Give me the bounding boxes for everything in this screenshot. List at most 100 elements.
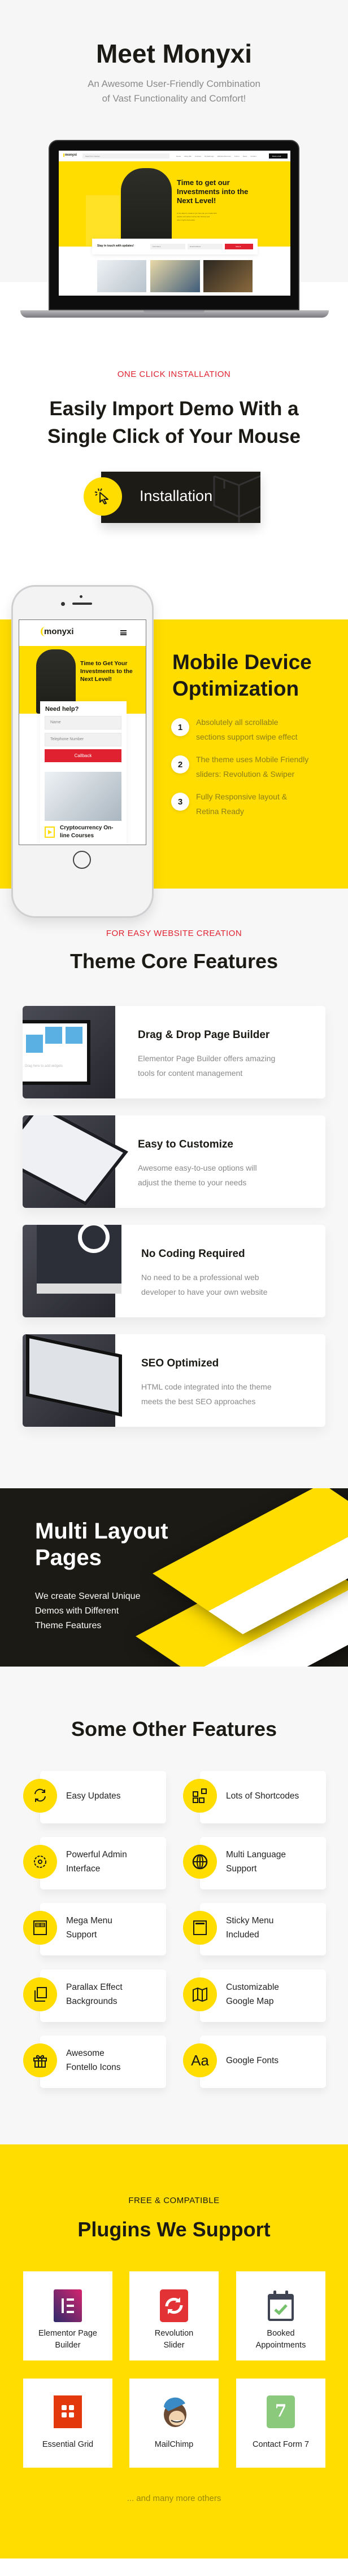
- site-nav-item[interactable]: My Earnings: [205, 155, 214, 157]
- label-line: Google Fonts: [226, 2055, 279, 2065]
- label-line: Google Map: [226, 1997, 274, 2006]
- name-line: Booked: [267, 2329, 295, 2338]
- heading-line: Mobile Device: [172, 650, 312, 674]
- first-name-input[interactable]: First Name: [150, 244, 185, 249]
- feature-image: [23, 1115, 128, 1208]
- feature-label: Parallax Effect Backgrounds: [66, 1980, 123, 2008]
- name-placeholder: Name: [50, 720, 61, 724]
- text-line: The theme uses Mobile Friendly: [196, 755, 309, 764]
- name-input[interactable]: Name: [45, 716, 121, 729]
- plugin-name: MailChimp: [129, 2439, 219, 2451]
- book-call-button[interactable]: Book a Call: [269, 153, 288, 159]
- site-search[interactable]: Search for Courses: [82, 153, 169, 159]
- site-nav-item[interactable]: Contact: [250, 155, 256, 157]
- first-name-placeholder: First Name: [153, 245, 161, 248]
- video-icon: [45, 827, 55, 838]
- other-features-title: Some Other Features: [71, 1717, 277, 1740]
- phone-logo: monyxi: [41, 627, 74, 636]
- refresh-icon: [23, 1779, 57, 1813]
- feature-description: HTML code integrated into the theme meets…: [141, 1379, 272, 1409]
- hero-title: Meet Monyxi: [95, 39, 253, 68]
- feature-card: SEO Optimized HTML code integrated into t…: [23, 1334, 325, 1427]
- hero-line: Next Level!: [80, 676, 112, 683]
- plugins-title: Plugins We Support: [77, 2218, 271, 2241]
- site-nav-item[interactable]: About Me: [184, 155, 192, 157]
- text-line: sections support swipe effect: [196, 732, 298, 741]
- feature-label: Mega Menu Support: [66, 1914, 112, 1942]
- label-line: Powerful Admin: [66, 1850, 127, 1860]
- book-call-label: Book a Call: [272, 155, 281, 157]
- phone-header: monyxi: [19, 620, 146, 646]
- cursor-click-icon: [84, 477, 122, 516]
- layers-icon: [23, 1977, 57, 2011]
- telephone-input[interactable]: Telephone Number: [45, 733, 121, 746]
- title-line: Pages: [35, 1545, 102, 1570]
- multi-layout-title: Multi Layout Pages: [35, 1518, 168, 1571]
- form-title: Need help?: [45, 706, 79, 713]
- gear-icon: [23, 1845, 57, 1879]
- label-line: Lots of Shortcodes: [226, 1791, 299, 1801]
- site-nav-item[interactable]: Home: [176, 155, 181, 157]
- telephone-placeholder: Telephone Number: [50, 737, 84, 741]
- course-image: [97, 260, 146, 292]
- installation-label: Installation: [140, 487, 213, 504]
- name-line: Slider: [163, 2341, 185, 2350]
- site-nav-item[interactable]: News: [243, 155, 247, 157]
- label-line: Fontello Icons: [66, 2063, 121, 2072]
- phone-frame: monyxi Time to Get Your Investments to t…: [11, 585, 154, 918]
- feature-card: No Coding Required No need to be a profes…: [23, 1225, 325, 1317]
- mobile-heading: Mobile Device Optimization: [172, 649, 312, 702]
- desc-line: Theme Features: [35, 1621, 102, 1630]
- label-line: Support: [226, 1864, 257, 1874]
- core-title: Theme Core Features: [69, 949, 279, 973]
- feature-label: Lots of Shortcodes: [226, 1789, 299, 1803]
- elementor-icon: [54, 2289, 82, 2322]
- site-nav-item[interactable]: Website Recovery: [218, 155, 231, 157]
- site-logo: monyxi: [63, 153, 77, 157]
- feature-title: Easy to Customize: [138, 1138, 233, 1150]
- plugin-name: Contact Form 7: [236, 2439, 325, 2451]
- course-image: [45, 772, 121, 821]
- email-input[interactable]: Email Address: [188, 244, 223, 249]
- site-nav: monyxi Search for Courses Home About Me Co…: [59, 151, 290, 161]
- label-line: Parallax Effect: [66, 1982, 123, 1992]
- subscribe-box: Stay in touch with updates! First Name E…: [92, 239, 258, 254]
- heading-line: Single Click of Your Mouse: [47, 425, 301, 447]
- feature-label: Powerful Admin Interface: [66, 1848, 127, 1876]
- sticky-menu-icon: [183, 1911, 217, 1945]
- plugin-card: Revolution Slider: [129, 2271, 219, 2360]
- headline-line: Next Level!: [177, 196, 216, 205]
- site-nav-item[interactable]: Courses: [195, 155, 201, 157]
- submit-button[interactable]: Submit: [225, 244, 253, 249]
- site-nav-item[interactable]: Forum: [234, 155, 240, 157]
- plugin-card: 7 Contact Form 7: [236, 2379, 325, 2468]
- multi-layout-desc: We create Several Unique Demos with Diff…: [35, 1589, 140, 1633]
- course-line: line Courses: [60, 833, 94, 839]
- name-line: MailChimp: [154, 2439, 194, 2449]
- hamburger-icon[interactable]: [120, 630, 127, 635]
- feature-title: No Coding Required: [141, 1248, 245, 1260]
- feature-label: Google Fonts: [226, 2054, 279, 2068]
- hero-subtitle: An Awesome User-Friendly Combination of …: [0, 77, 348, 106]
- step-number: 3: [171, 793, 189, 811]
- label-line: Support: [66, 1930, 97, 1940]
- callback-button[interactable]: Callback: [45, 749, 121, 762]
- feature-description: Awesome easy-to-use options will adjust t…: [138, 1160, 257, 1190]
- installation-button[interactable]: Installation: [101, 472, 260, 523]
- plugin-name: Booked Appointments: [236, 2328, 325, 2351]
- submit-label: Submit: [236, 245, 241, 248]
- feature-description: No need to be a professional web develope…: [141, 1270, 267, 1299]
- course-line: Cryptocurrency On-: [60, 825, 114, 831]
- name-line: Contact Form 7: [253, 2439, 309, 2449]
- label-line: Easy Updates: [66, 1791, 121, 1801]
- subtitle-line: of Vast Functionality and Comfort!: [102, 93, 246, 104]
- name-line: Appointments: [255, 2341, 306, 2350]
- label-line: Customizable: [226, 1982, 279, 1992]
- step-number: 2: [171, 755, 189, 773]
- feature-card: Drag here to add widgets Drag & Drop Page…: [23, 1006, 325, 1098]
- feature-image: Drag here to add widgets: [23, 1006, 115, 1098]
- install-heading: Easily Import Demo With a Single Click o…: [0, 395, 348, 450]
- plugin-name: Revolution Slider: [129, 2328, 219, 2351]
- essential-grid-icon: [54, 2395, 82, 2428]
- label-line: Interface: [66, 1864, 101, 1874]
